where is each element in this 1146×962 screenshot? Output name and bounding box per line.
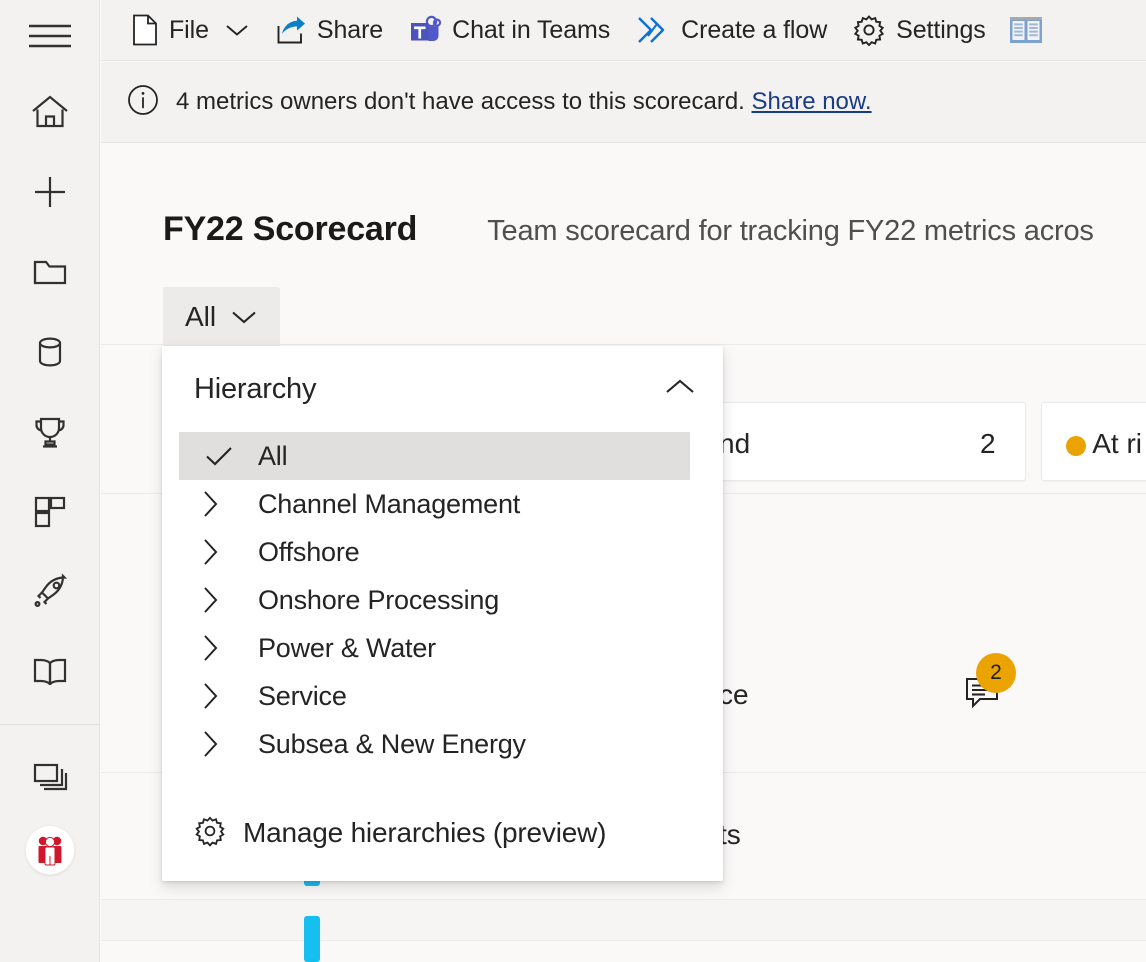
chevron-down-icon — [224, 22, 250, 38]
sidebar-item-workspaces[interactable] — [0, 735, 100, 815]
share-button[interactable]: Share — [263, 8, 396, 52]
chevron-right-icon[interactable] — [162, 585, 258, 615]
hamburger-menu-icon — [29, 22, 71, 50]
kpi-card-status-label: At ri — [1066, 428, 1142, 460]
settings-button[interactable]: Settings — [840, 8, 999, 52]
chevron-right-icon[interactable] — [162, 633, 258, 663]
share-now-link[interactable]: Share now. — [752, 88, 872, 115]
chat-in-teams-button[interactable]: Chat in Teams — [396, 8, 623, 52]
content-divider-5 — [101, 940, 1146, 941]
content-divider-4 — [101, 899, 1146, 900]
kpi-card-count-value: 2 — [980, 428, 996, 460]
info-message: 4 metrics owners don't have access to th… — [176, 88, 872, 116]
page-header: FY22 Scorecard Team scorecard for tracki… — [163, 210, 1094, 249]
settings-label: Settings — [896, 16, 986, 45]
chevron-right-icon[interactable] — [162, 537, 258, 567]
check-icon — [179, 444, 258, 468]
teams-icon — [409, 14, 441, 46]
sidebar-item-learn[interactable] — [0, 632, 100, 712]
file-menu-button[interactable]: File — [119, 8, 263, 52]
hierarchy-filter-button[interactable]: All — [163, 287, 280, 347]
comment-count-badge: 2 — [976, 653, 1016, 693]
page-description: Team scorecard for tracking FY22 metrics… — [487, 215, 1093, 248]
hierarchy-option-label: Subsea & New Energy — [258, 729, 526, 760]
manage-hierarchies-button[interactable]: Manage hierarchies (preview) — [162, 785, 723, 881]
hierarchy-flyout-header[interactable]: Hierarchy — [162, 346, 723, 432]
hierarchy-filter-label: All — [185, 301, 216, 333]
hierarchy-option-service[interactable]: Service — [162, 672, 723, 720]
hierarchy-option-list: All Channel Management Offshore Onshore … — [162, 432, 723, 785]
apps-grid-icon — [29, 491, 71, 533]
left-nav-rail — [0, 0, 100, 962]
sidebar-item-data-hub[interactable] — [0, 312, 100, 392]
reading-view-icon — [1009, 15, 1043, 45]
sidebar-item-goals[interactable] — [0, 392, 100, 472]
hierarchy-option-label: All — [258, 441, 287, 472]
workspaces-stack-icon — [29, 754, 71, 796]
hierarchy-option-all[interactable]: All — [179, 432, 690, 480]
sidebar-item-deployment-pipelines[interactable] — [0, 552, 100, 632]
workspace-avatar-button[interactable] — [0, 815, 100, 885]
hierarchy-option-onshore-processing[interactable]: Onshore Processing — [162, 576, 723, 624]
hierarchy-option-label: Onshore Processing — [258, 585, 499, 616]
kpi-card-count-label: nd — [719, 428, 750, 460]
chevron-down-icon — [230, 301, 258, 333]
app-root: File Share — [0, 0, 1146, 962]
chevron-right-icon[interactable] — [162, 681, 258, 711]
hamburger-menu-button[interactable] — [0, 0, 100, 72]
rocket-icon — [29, 571, 71, 613]
avatar — [26, 826, 74, 874]
hierarchy-option-label: Offshore — [258, 537, 359, 568]
manage-hierarchies-label: Manage hierarchies (preview) — [243, 817, 606, 849]
reading-view-button[interactable] — [999, 8, 1053, 52]
hierarchy-option-label: Power & Water — [258, 633, 436, 664]
chevron-right-icon[interactable] — [162, 489, 258, 519]
hierarchy-option-offshore[interactable]: Offshore — [162, 528, 723, 576]
sidebar-item-browse[interactable] — [0, 232, 100, 312]
create-a-flow-label: Create a flow — [681, 16, 827, 45]
page-title: FY22 Scorecard — [163, 210, 417, 249]
chat-in-teams-label: Chat in Teams — [452, 16, 610, 45]
share-label: Share — [317, 16, 383, 45]
row-accent-bar-2 — [304, 916, 320, 962]
gear-icon — [194, 815, 226, 852]
chevron-right-icon[interactable] — [162, 729, 258, 759]
metric-row-label: ce — [719, 679, 749, 711]
chevron-up-icon[interactable] — [663, 376, 697, 403]
database-icon — [29, 331, 71, 373]
plus-icon — [29, 171, 71, 213]
create-a-flow-button[interactable]: Create a flow — [623, 8, 840, 52]
info-message-text: 4 metrics owners don't have access to th… — [176, 88, 745, 115]
status-label: At ri — [1092, 428, 1142, 459]
book-icon — [29, 651, 71, 693]
status-dot-at-risk — [1066, 436, 1086, 456]
info-icon — [127, 84, 159, 121]
rail-divider — [0, 724, 100, 725]
file-icon — [132, 14, 158, 46]
info-message-bar: 4 metrics owners don't have access to th… — [101, 62, 1146, 143]
home-icon — [29, 91, 71, 133]
sidebar-item-apps[interactable] — [0, 472, 100, 552]
hierarchy-option-label: Channel Management — [258, 489, 520, 520]
sidebar-item-create[interactable] — [0, 152, 100, 232]
hierarchy-option-channel-management[interactable]: Channel Management — [162, 480, 723, 528]
trophy-icon — [29, 411, 71, 453]
hierarchy-option-label: Service — [258, 681, 347, 712]
hierarchy-flyout-title: Hierarchy — [194, 373, 316, 406]
hierarchy-option-power-and-water[interactable]: Power & Water — [162, 624, 723, 672]
file-menu-label: File — [169, 16, 209, 45]
power-automate-icon — [636, 16, 670, 44]
share-icon — [276, 15, 306, 45]
folder-icon — [29, 251, 71, 293]
gear-icon — [853, 14, 885, 46]
sidebar-item-home[interactable] — [0, 72, 100, 152]
hierarchy-flyout: Hierarchy All Channel Management — [162, 346, 723, 881]
hierarchy-option-subsea-and-new-energy[interactable]: Subsea & New Energy — [162, 720, 723, 768]
row-band — [101, 900, 1146, 940]
command-bar: File Share — [101, 0, 1146, 61]
